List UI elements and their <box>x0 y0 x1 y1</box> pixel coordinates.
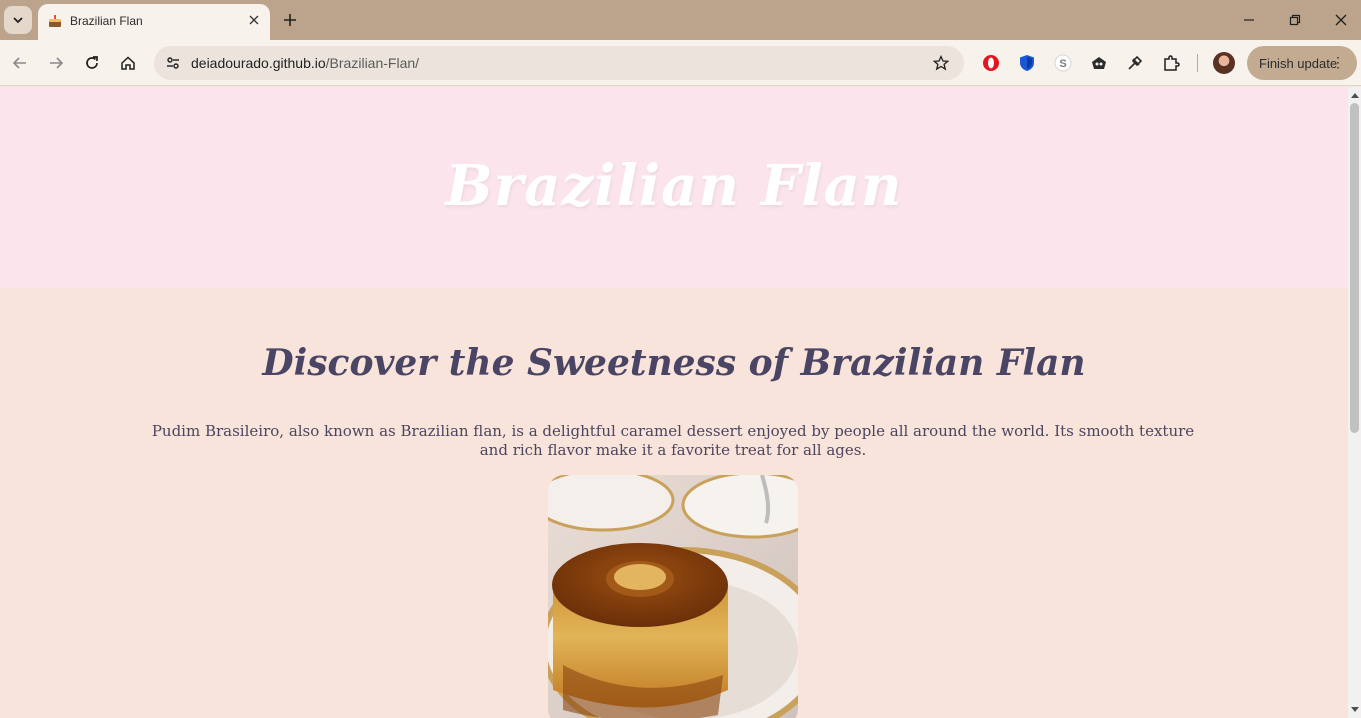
url-text: deiadourado.github.io/Brazilian-Flan/ <box>191 55 419 71</box>
game-extension[interactable] <box>1087 51 1111 75</box>
opera-extension[interactable] <box>979 51 1003 75</box>
tab-search-button[interactable] <box>4 6 32 34</box>
tab-title: Brazilian Flan <box>70 14 143 28</box>
forward-button[interactable] <box>42 49 70 77</box>
tab-bar: Brazilian Flan <box>0 0 1361 40</box>
puzzle-icon <box>1164 55 1180 71</box>
address-bar[interactable]: deiadourado.github.io/Brazilian-Flan/ <box>154 46 964 80</box>
minimize-icon <box>1244 19 1254 21</box>
back-button[interactable] <box>6 49 34 77</box>
home-icon <box>121 56 135 70</box>
cake-icon <box>49 15 61 27</box>
triangle-down-icon <box>1350 707 1359 712</box>
active-tab[interactable]: Brazilian Flan <box>38 4 270 40</box>
close-window-button[interactable] <box>1326 6 1356 34</box>
tune-icon <box>167 57 179 69</box>
arrow-right-icon <box>50 57 64 69</box>
hero-banner: Brazilian Flan <box>0 87 1348 288</box>
chevron-down-icon <box>13 17 23 24</box>
url-path: /Brazilian-Flan/ <box>325 55 420 71</box>
restore-icon <box>1289 14 1301 26</box>
reload-icon <box>86 56 98 69</box>
home-button[interactable] <box>114 49 142 77</box>
flan-photo <box>548 475 798 718</box>
arrow-left-icon <box>12 57 26 69</box>
plus-icon <box>284 14 296 26</box>
triangle-up-icon <box>1350 93 1359 98</box>
intro-section: Discover the Sweetness of Brazilian Flan… <box>0 288 1348 718</box>
s-extension-icon: S <box>1054 54 1072 72</box>
game-icon <box>1092 57 1106 69</box>
more-menu-icon: ⋮ <box>1331 54 1345 70</box>
browser-toolbar: deiadourado.github.io/Brazilian-Flan/ S … <box>0 40 1361 86</box>
hero-title: Brazilian Flan <box>445 153 903 219</box>
opera-icon <box>983 55 999 71</box>
brush-icon <box>1128 55 1143 70</box>
toolbar-divider <box>1197 54 1198 72</box>
restore-button[interactable] <box>1280 6 1310 34</box>
flan-illustration <box>548 475 798 718</box>
finish-update-label: Finish update <box>1259 55 1338 71</box>
minimize-button[interactable] <box>1234 6 1264 34</box>
scroll-up-button[interactable] <box>1348 89 1361 101</box>
close-icon <box>249 15 259 25</box>
new-tab-button[interactable] <box>278 8 302 32</box>
finish-update-button[interactable]: Finish update ⋮ <box>1247 46 1357 80</box>
section-title: Discover the Sweetness of Brazilian Flan <box>262 342 1086 384</box>
scroll-thumb[interactable] <box>1350 103 1359 433</box>
close-icon <box>1335 14 1347 26</box>
intro-paragraph: Pudim Brasileiro, also known as Brazilia… <box>151 422 1195 459</box>
shield-icon <box>1020 55 1034 71</box>
shield-extension[interactable] <box>1015 51 1039 75</box>
svg-text:S: S <box>1059 58 1066 70</box>
page-viewport: Brazilian Flan Discover the Sweetness of… <box>0 87 1348 718</box>
site-info-button[interactable] <box>162 52 184 74</box>
s-extension[interactable]: S <box>1051 51 1075 75</box>
star-icon <box>933 55 949 71</box>
tab-close-button[interactable] <box>244 10 264 30</box>
reload-button[interactable] <box>78 49 106 77</box>
scroll-down-button[interactable] <box>1348 704 1361 716</box>
bookmark-button[interactable] <box>930 52 952 74</box>
page-scrollbar[interactable] <box>1348 87 1361 718</box>
brush-extension[interactable] <box>1123 51 1147 75</box>
url-host: deiadourado.github.io <box>191 55 326 71</box>
profile-avatar[interactable] <box>1213 52 1235 74</box>
extensions-button[interactable] <box>1159 51 1183 75</box>
